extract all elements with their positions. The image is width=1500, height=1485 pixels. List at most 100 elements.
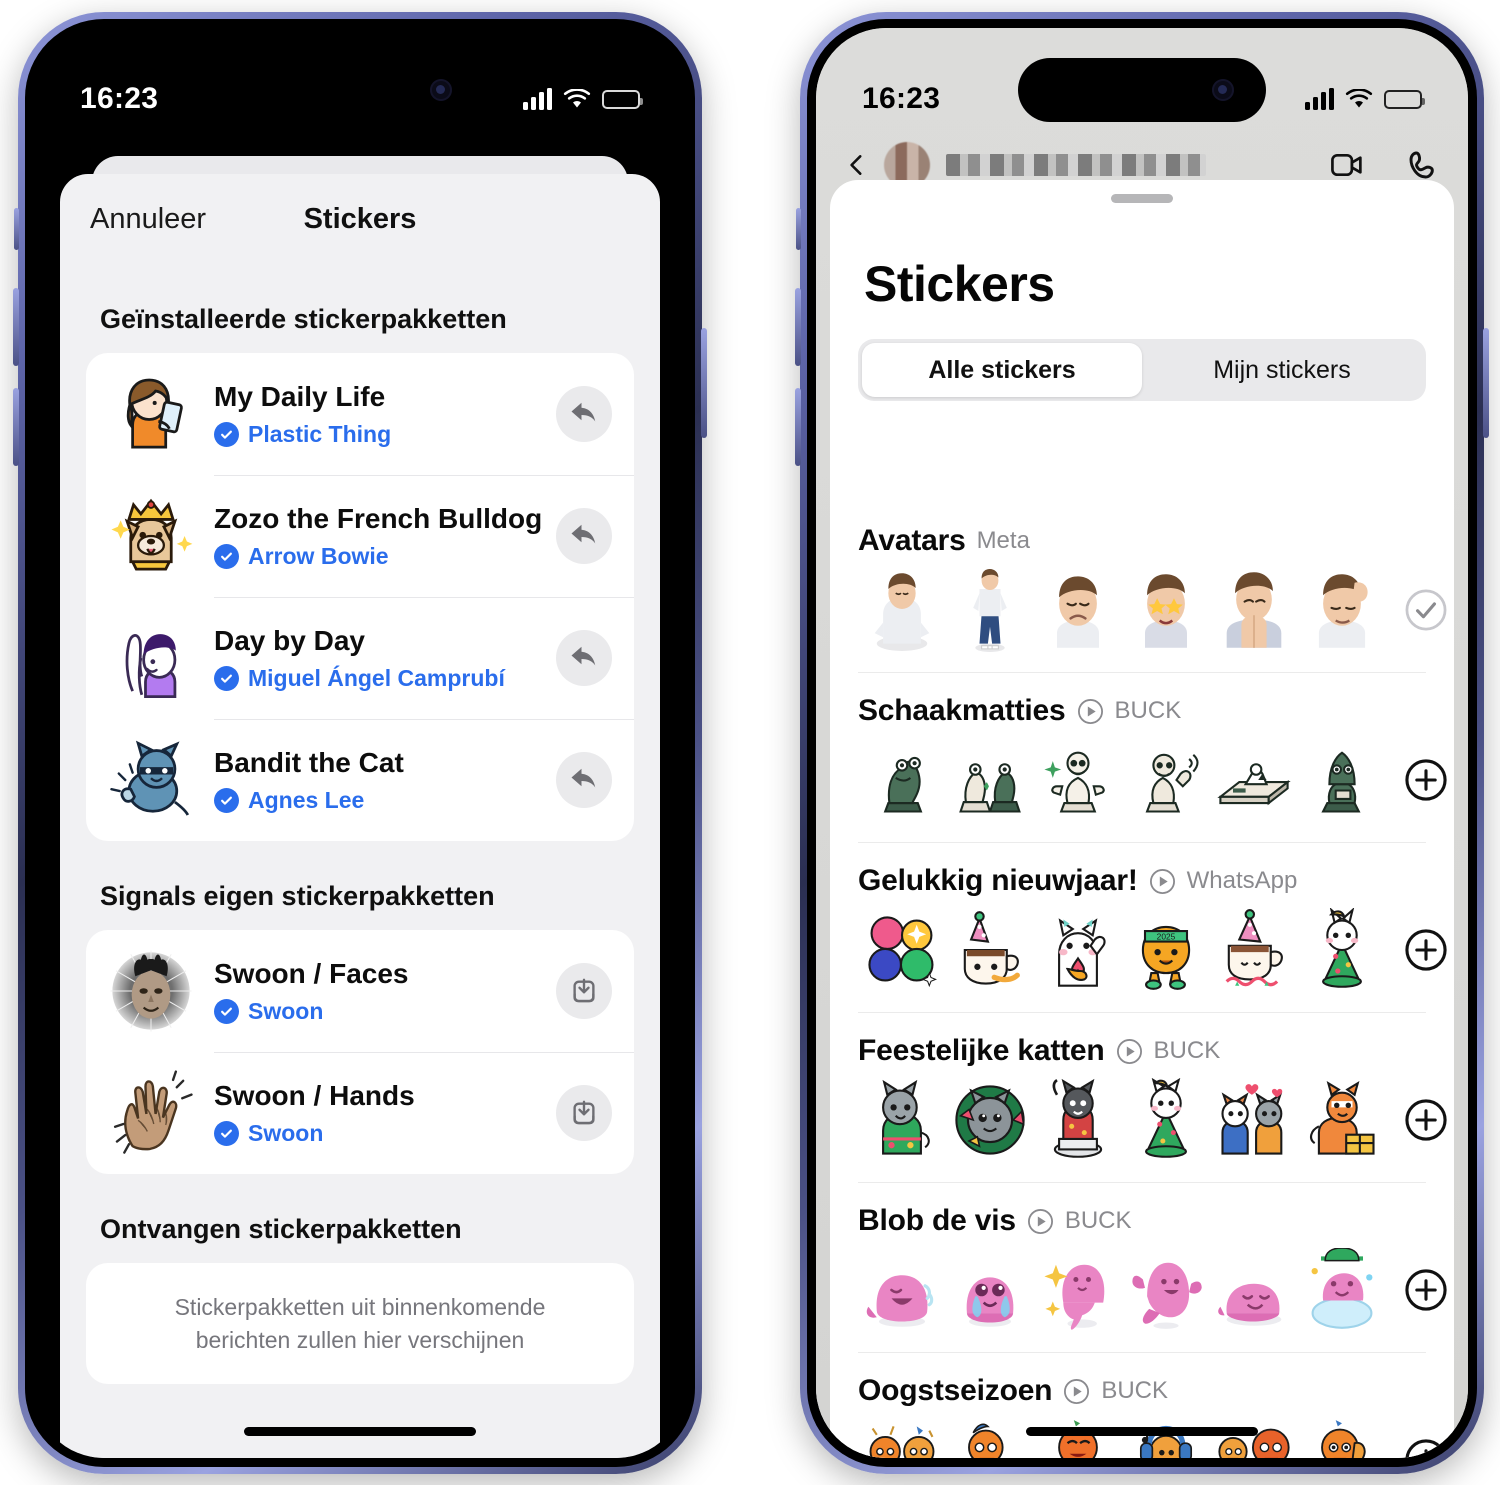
pack-row-bandit-the-cat[interactable]: Bandit the Cat Agnes Lee [86, 719, 634, 841]
pack-row-swoon-faces[interactable]: Swoon / Faces Swoon [86, 930, 634, 1052]
mute-switch[interactable] [14, 208, 19, 250]
sticker-pumpkin-carve[interactable] [946, 1416, 1034, 1458]
plus-circle-icon[interactable] [1404, 1098, 1448, 1142]
contact-name-redacted [946, 154, 1206, 176]
sticker-chess-pawn-wave[interactable] [1122, 736, 1210, 824]
pack-row-my-daily-life[interactable]: My Daily Life Plastic Thing [86, 353, 634, 475]
sticker-pumpkin-duo[interactable] [1210, 1416, 1298, 1458]
pack-header: Blob de vis BUCK [858, 1182, 1426, 1246]
play-circle-icon [1116, 1038, 1142, 1064]
sticker-chess-board[interactable] [1210, 736, 1298, 824]
sticker-avatar-facepalm[interactable] [1298, 566, 1386, 654]
signal-packs-card: Swoon / Faces Swoon Swoon / Hands Swoon [86, 930, 634, 1174]
reply-arrow-icon[interactable] [556, 508, 612, 564]
sticker-blob-crying[interactable] [946, 1246, 1034, 1334]
check-circle-icon[interactable] [1404, 588, 1448, 632]
tab-alle-stickers[interactable]: Alle stickers [862, 343, 1142, 397]
home-indicator[interactable] [1026, 1427, 1258, 1436]
sticker-blob-sparkle[interactable] [1034, 1246, 1122, 1334]
pack-header: Gelukkig nieuwjaar! WhatsApp [858, 842, 1426, 906]
sticker-cat-tree[interactable] [1122, 1076, 1210, 1164]
power-button[interactable] [1483, 328, 1489, 438]
front-camera-icon [1212, 79, 1234, 101]
plus-circle-icon[interactable] [1404, 928, 1448, 972]
sticker-blob-rest[interactable] [1210, 1246, 1298, 1334]
sticker-avatar-pray[interactable] [1210, 566, 1298, 654]
drag-handle[interactable] [1111, 194, 1173, 203]
status-time: 16:23 [862, 82, 941, 115]
sticker-cheese-2025[interactable]: 2025 [1122, 906, 1210, 994]
volume-down-button[interactable] [13, 388, 19, 466]
plus-circle-icon[interactable] [1404, 758, 1448, 802]
download-icon[interactable] [556, 1085, 612, 1141]
status-time: 16:23 [80, 82, 159, 115]
sticker-bunny-tree[interactable] [1298, 906, 1386, 994]
sticker-lucky-cat[interactable] [1034, 906, 1122, 994]
reply-arrow-icon[interactable] [556, 752, 612, 808]
volume-up-button[interactable] [13, 288, 19, 366]
video-call-icon[interactable] [1330, 149, 1364, 181]
sticker-avatar-walking[interactable] [946, 566, 1034, 654]
sheet-nav-bar: Annuleer Stickers [60, 174, 660, 264]
sticker-blob-jump[interactable] [1122, 1246, 1210, 1334]
pack-info: Bandit the Cat Agnes Lee [200, 746, 556, 813]
sticker-previews[interactable] [858, 566, 1404, 654]
pack-preview-row [858, 566, 1447, 672]
sticker-previews[interactable] [858, 736, 1404, 824]
pack-name: Schaakmatties [858, 694, 1066, 727]
verified-badge-icon [214, 665, 239, 691]
chevron-left-icon[interactable] [844, 152, 870, 178]
sticker-avatar-sad[interactable] [1034, 566, 1122, 654]
sticker-chess-knight[interactable] [858, 736, 946, 824]
mute-switch[interactable] [796, 208, 801, 250]
reply-arrow-icon[interactable] [556, 630, 612, 686]
sticker-cat-sweater[interactable] [858, 1076, 946, 1164]
download-icon[interactable] [556, 963, 612, 1019]
power-button[interactable] [701, 328, 707, 438]
sticker-chess-pair[interactable] [946, 736, 1034, 824]
sticker-previews[interactable] [858, 1246, 1404, 1334]
pack-row-zozo-the-french-bulldog[interactable]: Zozo the French Bulldog Arrow Bowie [86, 475, 634, 597]
sticker-cat-podium[interactable] [1034, 1076, 1122, 1164]
sticker-avatar-star-eyes[interactable] [1122, 566, 1210, 654]
pack-title: My Daily Life [214, 381, 386, 413]
home-indicator[interactable] [244, 1427, 476, 1436]
pack-header: Avatars Meta [858, 502, 1426, 566]
volume-down-button[interactable] [795, 388, 801, 466]
tab-mijn-stickers[interactable]: Mijn stickers [1142, 343, 1422, 397]
sticker-pumpkin-pair[interactable] [858, 1416, 946, 1458]
sticker-pumpkin-peek[interactable] [1298, 1416, 1386, 1458]
pack-row-day-by-day[interactable]: Day by Day Miguel Ángel Camprubí [86, 597, 634, 719]
sticker-previews[interactable] [858, 1416, 1404, 1458]
plus-circle-icon[interactable] [1404, 1268, 1448, 1312]
sticker-blob-snow[interactable] [1298, 1246, 1386, 1334]
sticker-cats-hearts[interactable] [1210, 1076, 1298, 1164]
sticker-cat-wreath[interactable] [946, 1076, 1034, 1164]
sticker-pack-list[interactable]: Avatars Meta Schaakmatties BUCK Gelukkig… [830, 502, 1454, 1458]
pack-row-swoon-hands[interactable]: Swoon / Hands Swoon [86, 1052, 634, 1174]
cancel-button[interactable]: Annuleer [90, 203, 206, 236]
sticker-previews[interactable] [858, 1076, 1404, 1164]
sticker-confetti-cup[interactable] [1210, 906, 1298, 994]
pack-info: Day by Day Miguel Ángel Camprubí [200, 624, 556, 691]
sticker-avatar-hands-hips[interactable] [858, 566, 946, 654]
pack-publisher: BUCK [1114, 697, 1182, 724]
sticker-pumpkin-headphones[interactable] [1122, 1416, 1210, 1458]
sticker-pumpkin-basket[interactable] [1034, 1416, 1122, 1458]
volume-up-button[interactable] [795, 288, 801, 366]
sticker-cat-gift[interactable] [1298, 1076, 1386, 1164]
plus-circle-icon[interactable] [1404, 1438, 1448, 1458]
cellular-bars-icon [523, 88, 552, 110]
verified-badge-icon [214, 543, 239, 569]
sticker-blob-laughing[interactable] [858, 1246, 946, 1334]
sticker-previews[interactable]: 2025 [858, 906, 1404, 994]
reply-arrow-icon[interactable] [556, 386, 612, 442]
pack-author: Swoon [214, 1120, 556, 1147]
phone-call-icon[interactable] [1406, 149, 1440, 181]
play-circle-icon [1027, 1208, 1053, 1234]
sticker-year-2025[interactable] [858, 906, 946, 994]
sticker-chess-pawn-thumbs[interactable] [1034, 736, 1122, 824]
sticker-thumb-girl-with-phone [102, 365, 200, 463]
sticker-party-cup[interactable] [946, 906, 1034, 994]
sticker-chess-bishop[interactable] [1298, 736, 1386, 824]
